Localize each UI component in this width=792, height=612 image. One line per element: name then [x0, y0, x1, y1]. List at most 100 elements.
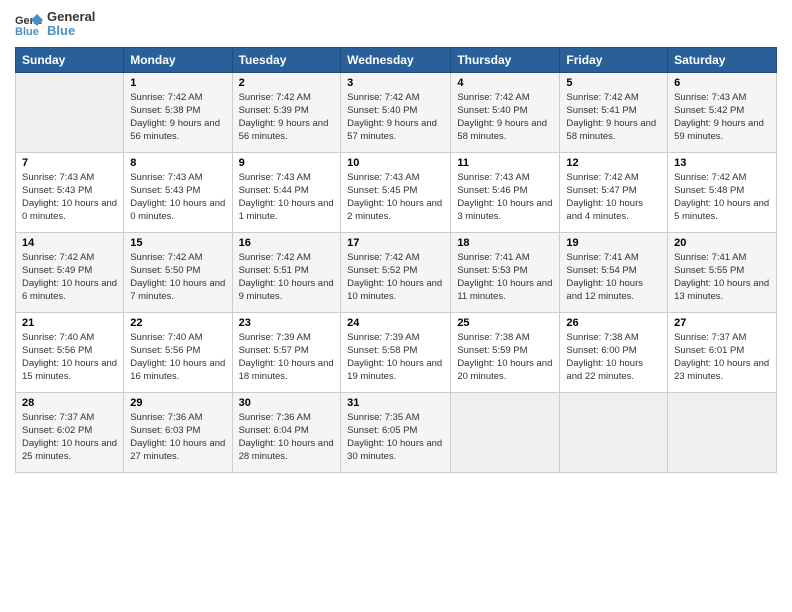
calendar-cell: 18 Sunrise: 7:41 AMSunset: 5:53 PMDaylig… [451, 232, 560, 312]
day-number: 3 [347, 77, 444, 89]
calendar-cell: 24 Sunrise: 7:39 AMSunset: 5:58 PMDaylig… [341, 312, 451, 392]
calendar-cell: 13 Sunrise: 7:42 AMSunset: 5:48 PMDaylig… [668, 152, 777, 232]
weekday-header-friday: Friday [560, 47, 668, 72]
day-info: Sunrise: 7:39 AMSunset: 5:57 PMDaylight:… [239, 331, 335, 384]
day-info: Sunrise: 7:43 AMSunset: 5:42 PMDaylight:… [674, 91, 770, 144]
day-number: 29 [130, 397, 225, 409]
day-number: 17 [347, 237, 444, 249]
logo: General Blue General Blue [15, 10, 95, 39]
calendar-cell: 2 Sunrise: 7:42 AMSunset: 5:39 PMDayligh… [232, 72, 341, 152]
day-number: 20 [674, 237, 770, 249]
day-info: Sunrise: 7:41 AMSunset: 5:55 PMDaylight:… [674, 251, 770, 304]
calendar-cell [451, 392, 560, 472]
weekday-header-saturday: Saturday [668, 47, 777, 72]
day-number: 31 [347, 397, 444, 409]
weekday-header-thursday: Thursday [451, 47, 560, 72]
calendar-cell: 22 Sunrise: 7:40 AMSunset: 5:56 PMDaylig… [124, 312, 232, 392]
day-info: Sunrise: 7:42 AMSunset: 5:40 PMDaylight:… [457, 91, 553, 144]
weekday-header-sunday: Sunday [16, 47, 124, 72]
day-info: Sunrise: 7:36 AMSunset: 6:04 PMDaylight:… [239, 411, 335, 464]
calendar-cell: 16 Sunrise: 7:42 AMSunset: 5:51 PMDaylig… [232, 232, 341, 312]
weekday-header-wednesday: Wednesday [341, 47, 451, 72]
day-info: Sunrise: 7:39 AMSunset: 5:58 PMDaylight:… [347, 331, 444, 384]
calendar-cell: 26 Sunrise: 7:38 AMSunset: 6:00 PMDaylig… [560, 312, 668, 392]
day-number: 25 [457, 317, 553, 329]
calendar-cell: 23 Sunrise: 7:39 AMSunset: 5:57 PMDaylig… [232, 312, 341, 392]
day-info: Sunrise: 7:42 AMSunset: 5:52 PMDaylight:… [347, 251, 444, 304]
day-info: Sunrise: 7:42 AMSunset: 5:38 PMDaylight:… [130, 91, 225, 144]
calendar-cell: 11 Sunrise: 7:43 AMSunset: 5:46 PMDaylig… [451, 152, 560, 232]
calendar-cell: 15 Sunrise: 7:42 AMSunset: 5:50 PMDaylig… [124, 232, 232, 312]
day-info: Sunrise: 7:42 AMSunset: 5:51 PMDaylight:… [239, 251, 335, 304]
day-info: Sunrise: 7:36 AMSunset: 6:03 PMDaylight:… [130, 411, 225, 464]
day-number: 26 [566, 317, 661, 329]
calendar-cell: 4 Sunrise: 7:42 AMSunset: 5:40 PMDayligh… [451, 72, 560, 152]
calendar-cell: 21 Sunrise: 7:40 AMSunset: 5:56 PMDaylig… [16, 312, 124, 392]
calendar-cell: 19 Sunrise: 7:41 AMSunset: 5:54 PMDaylig… [560, 232, 668, 312]
calendar-cell: 20 Sunrise: 7:41 AMSunset: 5:55 PMDaylig… [668, 232, 777, 312]
calendar-cell: 9 Sunrise: 7:43 AMSunset: 5:44 PMDayligh… [232, 152, 341, 232]
calendar-cell: 30 Sunrise: 7:36 AMSunset: 6:04 PMDaylig… [232, 392, 341, 472]
calendar-cell: 27 Sunrise: 7:37 AMSunset: 6:01 PMDaylig… [668, 312, 777, 392]
day-number: 6 [674, 77, 770, 89]
day-number: 16 [239, 237, 335, 249]
day-number: 12 [566, 157, 661, 169]
calendar-cell: 14 Sunrise: 7:42 AMSunset: 5:49 PMDaylig… [16, 232, 124, 312]
calendar-cell: 31 Sunrise: 7:35 AMSunset: 6:05 PMDaylig… [341, 392, 451, 472]
calendar-cell: 1 Sunrise: 7:42 AMSunset: 5:38 PMDayligh… [124, 72, 232, 152]
day-info: Sunrise: 7:43 AMSunset: 5:43 PMDaylight:… [130, 171, 225, 224]
day-number: 22 [130, 317, 225, 329]
day-number: 28 [22, 397, 117, 409]
day-number: 4 [457, 77, 553, 89]
day-number: 27 [674, 317, 770, 329]
day-info: Sunrise: 7:43 AMSunset: 5:44 PMDaylight:… [239, 171, 335, 224]
svg-text:Blue: Blue [15, 26, 39, 36]
day-number: 9 [239, 157, 335, 169]
calendar-cell: 6 Sunrise: 7:43 AMSunset: 5:42 PMDayligh… [668, 72, 777, 152]
day-info: Sunrise: 7:40 AMSunset: 5:56 PMDaylight:… [130, 331, 225, 384]
day-number: 10 [347, 157, 444, 169]
day-number: 19 [566, 237, 661, 249]
calendar-cell: 29 Sunrise: 7:36 AMSunset: 6:03 PMDaylig… [124, 392, 232, 472]
calendar-cell: 3 Sunrise: 7:42 AMSunset: 5:40 PMDayligh… [341, 72, 451, 152]
day-number: 2 [239, 77, 335, 89]
day-info: Sunrise: 7:42 AMSunset: 5:50 PMDaylight:… [130, 251, 225, 304]
day-info: Sunrise: 7:42 AMSunset: 5:47 PMDaylight:… [566, 171, 661, 224]
day-number: 7 [22, 157, 117, 169]
day-number: 15 [130, 237, 225, 249]
day-info: Sunrise: 7:38 AMSunset: 6:00 PMDaylight:… [566, 331, 661, 384]
logo-text-line1: General [47, 10, 95, 24]
day-number: 24 [347, 317, 444, 329]
day-number: 18 [457, 237, 553, 249]
weekday-header-tuesday: Tuesday [232, 47, 341, 72]
day-info: Sunrise: 7:38 AMSunset: 5:59 PMDaylight:… [457, 331, 553, 384]
day-info: Sunrise: 7:42 AMSunset: 5:40 PMDaylight:… [347, 91, 444, 144]
calendar-cell: 17 Sunrise: 7:42 AMSunset: 5:52 PMDaylig… [341, 232, 451, 312]
day-number: 14 [22, 237, 117, 249]
calendar-cell: 7 Sunrise: 7:43 AMSunset: 5:43 PMDayligh… [16, 152, 124, 232]
calendar-cell [560, 392, 668, 472]
calendar-cell: 5 Sunrise: 7:42 AMSunset: 5:41 PMDayligh… [560, 72, 668, 152]
day-info: Sunrise: 7:37 AMSunset: 6:01 PMDaylight:… [674, 331, 770, 384]
day-number: 30 [239, 397, 335, 409]
calendar-cell: 25 Sunrise: 7:38 AMSunset: 5:59 PMDaylig… [451, 312, 560, 392]
calendar-cell: 10 Sunrise: 7:43 AMSunset: 5:45 PMDaylig… [341, 152, 451, 232]
day-number: 21 [22, 317, 117, 329]
calendar-cell: 8 Sunrise: 7:43 AMSunset: 5:43 PMDayligh… [124, 152, 232, 232]
day-info: Sunrise: 7:41 AMSunset: 5:53 PMDaylight:… [457, 251, 553, 304]
day-info: Sunrise: 7:35 AMSunset: 6:05 PMDaylight:… [347, 411, 444, 464]
day-info: Sunrise: 7:43 AMSunset: 5:43 PMDaylight:… [22, 171, 117, 224]
calendar-cell [16, 72, 124, 152]
logo-text-line2: Blue [47, 24, 95, 38]
day-number: 11 [457, 157, 553, 169]
day-info: Sunrise: 7:43 AMSunset: 5:46 PMDaylight:… [457, 171, 553, 224]
day-info: Sunrise: 7:42 AMSunset: 5:49 PMDaylight:… [22, 251, 117, 304]
day-info: Sunrise: 7:42 AMSunset: 5:41 PMDaylight:… [566, 91, 661, 144]
day-number: 23 [239, 317, 335, 329]
header: General Blue General Blue [15, 10, 777, 39]
day-number: 13 [674, 157, 770, 169]
day-number: 1 [130, 77, 225, 89]
calendar-table: SundayMondayTuesdayWednesdayThursdayFrid… [15, 47, 777, 473]
day-info: Sunrise: 7:42 AMSunset: 5:48 PMDaylight:… [674, 171, 770, 224]
logo-icon: General Blue [15, 12, 43, 36]
